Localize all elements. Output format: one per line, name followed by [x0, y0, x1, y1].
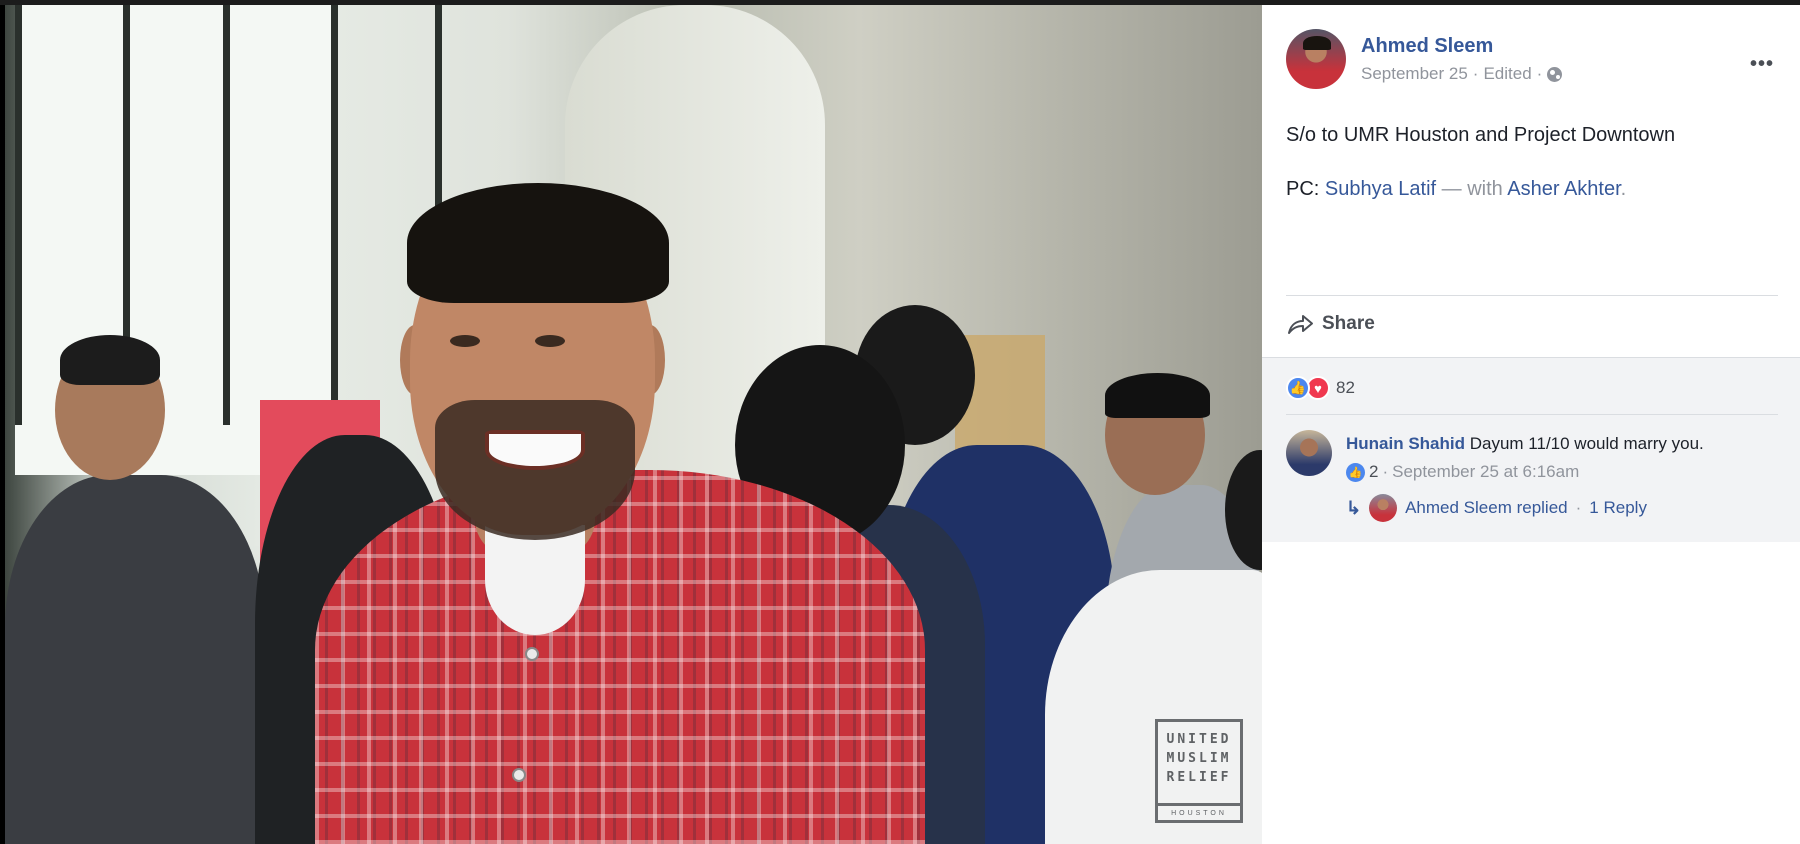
subject-undershirt [485, 525, 585, 635]
divider [1286, 295, 1778, 296]
post-header: Ahmed Sleem September 25 · Edited · ••• [1286, 29, 1776, 91]
credit-prefix: PC: [1286, 178, 1320, 200]
post-side-panel: Ahmed Sleem September 25 · Edited · ••• … [1262, 5, 1800, 844]
reply-arrow-icon: ↳ [1346, 497, 1362, 518]
comment-timestamp[interactable]: September 25 at 6:16am [1392, 462, 1579, 482]
comment-like-count[interactable]: 2 [1369, 462, 1378, 482]
like-icon: 👍 [1346, 462, 1365, 482]
meta-separator: · [1382, 462, 1389, 481]
background-person-hair [60, 335, 160, 385]
background-person-hair [1105, 373, 1210, 418]
post-photo[interactable]: UNITED MUSLIM RELIEF HOUSTON [5, 5, 1262, 844]
share-icon [1288, 315, 1313, 334]
commenter-avatar[interactable] [1286, 430, 1332, 476]
meta-separator: · [1536, 64, 1543, 83]
replier-avatar [1369, 494, 1398, 522]
watermark-line: MUSLIM [1166, 751, 1232, 766]
commenter-name-link[interactable]: Hunain Shahid [1346, 434, 1465, 453]
subject-hair [407, 183, 669, 303]
tagged-person-link[interactable]: Asher Akhter [1507, 178, 1620, 200]
photographer-link[interactable]: Subhya Latif [1325, 178, 1436, 200]
meta-separator: · [1575, 498, 1582, 517]
photo-viewer: UNITED MUSLIM RELIEF HOUSTON Ahmed Sleem… [0, 0, 1800, 844]
shirt-button [525, 647, 539, 661]
reactions-summary[interactable]: 👍 ♥ 82 [1286, 376, 1355, 400]
subject-eye [450, 335, 480, 347]
like-icon: 👍 [1286, 376, 1310, 400]
subject-eye [535, 335, 565, 347]
subject-shirt [315, 470, 925, 844]
period: . [1620, 178, 1627, 200]
comment-meta: 👍 2 · September 25 at 6:16am [1346, 462, 1579, 482]
watermark-sub: HOUSTON [1158, 803, 1240, 817]
shirt-button [512, 768, 526, 782]
more-icon[interactable]: ••• [1750, 53, 1774, 76]
view-replies-link[interactable]: ↳ Ahmed Sleem replied · 1 Reply [1346, 494, 1647, 522]
watermark-line: RELIEF [1166, 770, 1232, 785]
comments-section: 👍 ♥ 82 Hunain Shahid Dayum 11/10 would m… [1262, 357, 1800, 542]
edited-label[interactable]: Edited [1483, 64, 1531, 84]
window-frame [223, 5, 230, 425]
post-date-link[interactable]: September 25 [1361, 64, 1468, 84]
meta-separator: · [1472, 64, 1479, 83]
post-credit-line: PC: Subhya Latif — with Asher Akhter. [1286, 175, 1776, 203]
reply-count[interactable]: 1 Reply [1589, 498, 1647, 518]
globe-icon[interactable] [1547, 66, 1563, 82]
comment-item: Hunain Shahid Dayum 11/10 would marry yo… [1286, 430, 1786, 540]
divider [1286, 414, 1778, 415]
subject-beard [435, 400, 635, 540]
share-label: Share [1322, 313, 1375, 334]
post-text-line: S/o to UMR Houston and Project Downtown [1286, 124, 1676, 146]
author-avatar[interactable] [1286, 29, 1346, 89]
subject-smile [485, 430, 585, 470]
comment-line: Hunain Shahid Dayum 11/10 would marry yo… [1346, 434, 1704, 454]
post-body: S/o to UMR Houston and Project Downtown … [1286, 121, 1776, 229]
share-button[interactable]: Share [1286, 312, 1375, 336]
post-meta: September 25 · Edited · [1361, 64, 1563, 84]
reaction-count[interactable]: 82 [1336, 378, 1355, 398]
window-frame [15, 5, 22, 425]
with-text: — with [1441, 178, 1503, 200]
window-frame [331, 5, 338, 425]
comment-text: Dayum 11/10 would marry you. [1469, 434, 1704, 453]
author-name-link[interactable]: Ahmed Sleem [1361, 35, 1493, 58]
background-person [5, 475, 265, 844]
reply-author-text[interactable]: Ahmed Sleem replied [1405, 498, 1568, 518]
watermark-line: UNITED [1166, 732, 1232, 747]
umr-watermark-logo: UNITED MUSLIM RELIEF HOUSTON [1155, 719, 1243, 823]
